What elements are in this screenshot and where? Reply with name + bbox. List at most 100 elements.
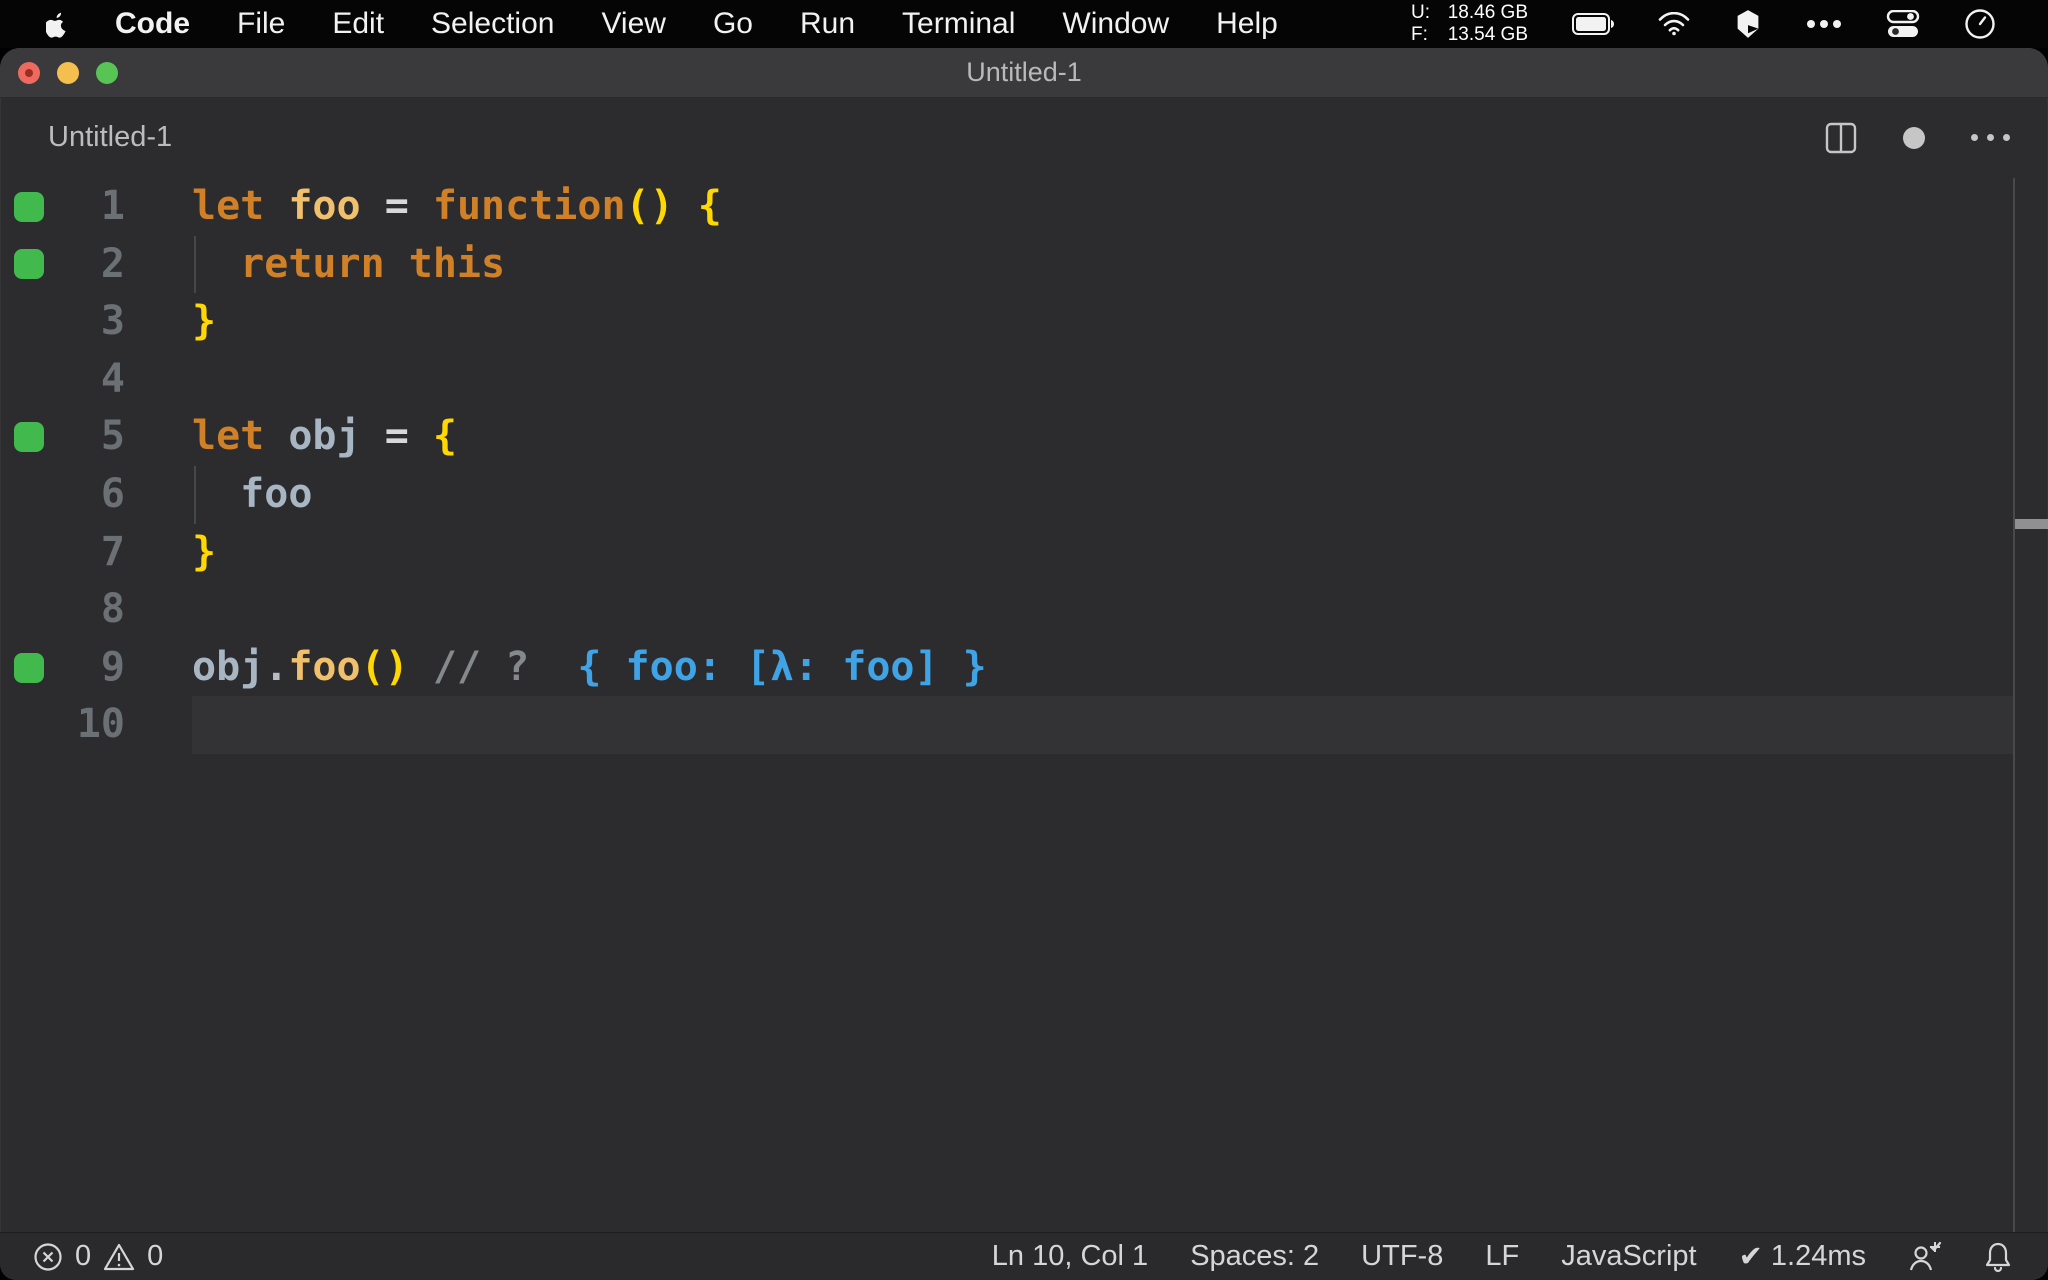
code-editor[interactable]: 1 let foo = function() {2 return this 3} 4 5… xyxy=(0,178,2048,1232)
line-content: let obj = { xyxy=(192,408,2048,466)
code-line-10[interactable]: 10 xyxy=(0,696,2048,754)
battery-icon[interactable] xyxy=(1572,13,1614,35)
more-actions-icon[interactable] xyxy=(1971,134,2010,141)
code-line-4[interactable]: 4 xyxy=(0,351,2048,409)
line-number: 6 xyxy=(100,470,125,517)
person-check-icon[interactable] xyxy=(1908,1241,1942,1273)
code-token: function xyxy=(432,183,626,229)
overview-ruler-line xyxy=(2013,178,2015,1232)
code-line-2[interactable]: 2 return this xyxy=(0,235,2048,294)
zoom-button[interactable] xyxy=(96,62,118,84)
code-token: foo xyxy=(288,183,361,229)
line-number: 4 xyxy=(100,355,125,402)
status-right-items: Ln 10, Col 1 Spaces: 2 UTF-8 LF JavaScript xyxy=(992,1240,1697,1273)
menu-item-selection[interactable]: Selection xyxy=(431,7,554,41)
menu-items: Code File Edit Selection View Go Run Terminal Wi… xyxy=(115,7,1278,41)
window-controls xyxy=(18,48,118,98)
close-button[interactable] xyxy=(18,62,40,84)
line-content: let foo = function() { xyxy=(192,178,2048,236)
apple-menu-icon[interactable] xyxy=(46,11,68,38)
wifi-icon[interactable] xyxy=(1658,12,1690,36)
code-line-1[interactable]: 1 let foo = function() { xyxy=(0,178,2048,236)
code-token: foo xyxy=(288,643,361,690)
editor-actions xyxy=(1825,122,2010,154)
menu-item-go[interactable]: Go xyxy=(713,7,753,41)
code-token: } xyxy=(192,298,217,345)
code-token: () xyxy=(360,643,409,690)
status-item-lf[interactable]: LF xyxy=(1485,1240,1519,1273)
status-bar: 0 0 Ln 10, Col 1 Spaces: 2 UTF-8 LF JavaScri… xyxy=(0,1232,2048,1280)
error-icon xyxy=(34,1242,62,1271)
memory-free-value: 13.54 GB xyxy=(1447,24,1528,45)
window-title: Untitled-1 xyxy=(966,57,1082,87)
memory-used-label: U: xyxy=(1411,2,1430,23)
menu-bar: Code File Edit Selection View Go Run Terminal Wi… xyxy=(0,0,2048,48)
line-number: 3 xyxy=(100,298,125,345)
status-item-utf-8[interactable]: UTF-8 xyxy=(1361,1240,1443,1273)
minimize-button[interactable] xyxy=(57,62,79,84)
control-center-icon[interactable] xyxy=(1886,10,1920,38)
line-content: obj.foo() // ? { foo: [λ: foo] } xyxy=(192,639,2048,697)
warning-count: 0 xyxy=(147,1240,164,1272)
code-token: this xyxy=(408,240,506,287)
code-token: . xyxy=(264,643,289,690)
line-content: } xyxy=(192,524,2048,582)
vscode-window: Untitled-1 Untitled-1 1 let foo = functio… xyxy=(0,48,2048,1280)
problems-indicator[interactable]: 0 0 xyxy=(33,1240,163,1273)
menu-item-edit[interactable]: Edit xyxy=(332,7,384,41)
line-number: 10 xyxy=(76,701,125,748)
tab-untitled-1[interactable]: Untitled-1 xyxy=(48,121,172,154)
code-line-8[interactable]: 8 xyxy=(0,581,2048,639)
line-number: 5 xyxy=(100,413,125,460)
status-item-ln-10-col-1[interactable]: Ln 10, Col 1 xyxy=(992,1240,1148,1273)
menu-item-terminal[interactable]: Terminal xyxy=(902,7,1015,41)
warning-icon xyxy=(104,1243,135,1270)
clock-icon[interactable] xyxy=(1964,8,1996,40)
indent-guide xyxy=(194,465,196,524)
check-icon: ✔ xyxy=(1738,1241,1763,1273)
code-line-3[interactable]: 3} xyxy=(0,293,2048,351)
memory-used-value: 18.46 GB xyxy=(1447,2,1528,23)
code-token: let xyxy=(192,183,265,229)
memory-stats[interactable]: U: 18.46 GB F: 13.54 GB xyxy=(1411,2,1528,46)
code-line-7[interactable]: 7} xyxy=(0,524,2048,582)
code-token: // ? xyxy=(432,643,530,690)
error-count: 0 xyxy=(75,1240,92,1272)
code-line-6[interactable]: 6 foo xyxy=(0,465,2048,524)
split-editor-icon[interactable] xyxy=(1825,122,1857,154)
menu-item-run[interactable]: Run xyxy=(800,7,855,41)
line-content xyxy=(192,351,2048,409)
line-number: 8 xyxy=(100,586,125,633)
code-token: } xyxy=(192,528,217,575)
code-token: = xyxy=(384,183,409,229)
menu-item-help[interactable]: Help xyxy=(1216,7,1278,41)
line-number: 2 xyxy=(100,240,125,287)
code-token: let xyxy=(192,413,265,460)
app-cube-icon[interactable] xyxy=(1734,9,1762,39)
more-dots-icon[interactable] xyxy=(1806,19,1842,29)
menu-item-code[interactable]: Code xyxy=(115,7,190,41)
line-content: } xyxy=(192,293,2048,351)
line-number: 7 xyxy=(100,528,125,575)
menu-item-file[interactable]: File xyxy=(237,7,285,41)
bell-icon[interactable] xyxy=(1984,1241,2012,1273)
status-item-spaces-2[interactable]: Spaces: 2 xyxy=(1190,1240,1319,1273)
status-item-javascript[interactable]: JavaScript xyxy=(1561,1240,1696,1273)
menu-item-window[interactable]: Window xyxy=(1062,7,1169,41)
line-number: 1 xyxy=(100,183,125,229)
code-line-5[interactable]: 5 let obj = { xyxy=(0,408,2048,466)
window-title-bar[interactable]: Untitled-1 xyxy=(0,48,2048,98)
code-line-9[interactable]: 9 obj.foo() // ? { foo: [λ: foo] } xyxy=(0,639,2048,697)
status-bar-right: Ln 10, Col 1 Spaces: 2 UTF-8 LF JavaScript ✔… xyxy=(992,1239,2012,1274)
overview-ruler-marker[interactable] xyxy=(2015,519,2048,529)
menu-item-view[interactable]: View xyxy=(601,7,665,41)
quokka-status[interactable]: ✔ 1.24ms xyxy=(1739,1239,1866,1274)
unsaved-dot-icon[interactable] xyxy=(1903,126,1925,149)
